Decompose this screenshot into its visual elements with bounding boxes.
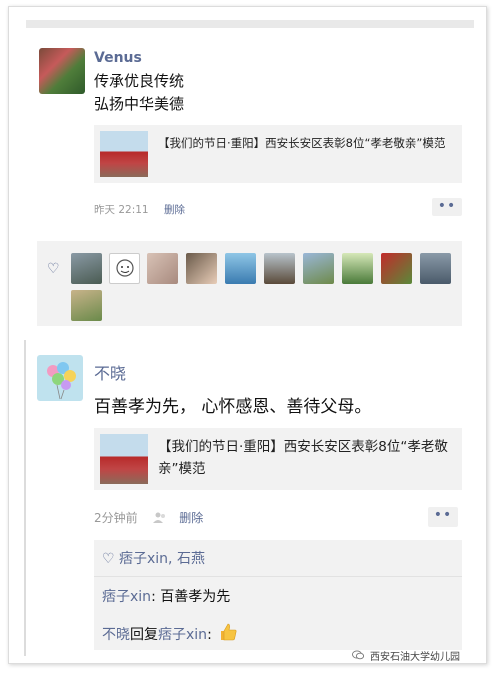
like-avatar-7[interactable] — [303, 253, 334, 284]
comment-2-colon: : — [207, 627, 212, 643]
like-avatar-3[interactable] — [147, 253, 178, 284]
post2-likes-row[interactable]: ♡ 痞子xin, 石燕 — [102, 548, 205, 568]
comment-1[interactable]: 痞子xin: 百善孝为先 — [102, 586, 230, 606]
top-divider-strip — [26, 20, 474, 28]
post1-meta: 昨天 22:11 删除 — [94, 202, 185, 217]
post1-link-title: 【我们的节日·重阳】西安长安区表彰8位“孝老敬亲”模范 — [158, 136, 446, 150]
thumbs-up-icon — [218, 622, 238, 646]
post1-time: 昨天 22:11 — [94, 204, 149, 216]
heart-outline-icon: ♡ — [47, 261, 60, 277]
comment-1-text: : 百善孝为先 — [151, 589, 231, 605]
comment-2-author[interactable]: 不晓 — [102, 627, 130, 643]
post1-text-line2: 弘扬中华美德 — [94, 95, 185, 113]
link-thumbnail — [100, 434, 148, 484]
watermark: 西安石油大学幼儿园 — [352, 648, 460, 663]
like-avatar-2[interactable] — [109, 253, 140, 284]
post2-delete-link[interactable]: 删除 — [179, 511, 203, 525]
comment-2[interactable]: 不晓回复痞子xin: — [102, 622, 238, 646]
post2-shared-link[interactable]: 【我们的节日·重阳】西安长安区表彰8位“孝老敬亲”模范 — [94, 428, 462, 490]
post1-text: 传承优良传统 弘扬中华美德 — [94, 70, 184, 116]
buxiao-avatar[interactable] — [37, 355, 83, 401]
post1-username[interactable]: Venus — [94, 50, 142, 66]
comment-2-reply-to[interactable]: 痞子xin — [158, 627, 207, 643]
like-avatar-8[interactable] — [342, 253, 373, 284]
watermark-text: 西安石油大学幼儿园 — [370, 652, 460, 663]
link-thumbnail — [100, 131, 148, 177]
venus-avatar[interactable] — [39, 48, 85, 94]
like-avatar-9[interactable] — [381, 253, 412, 284]
like-avatar-4[interactable] — [186, 253, 217, 284]
post2-username[interactable]: 不晓 — [94, 360, 126, 384]
post2-text: 百善孝为先， 心怀感恩、善待父母。 — [94, 397, 372, 417]
like-avatar-6[interactable] — [264, 253, 295, 284]
comments-divider — [94, 576, 462, 577]
privacy-icon — [153, 511, 167, 523]
left-divider — [24, 340, 26, 656]
post1-text-line1: 传承优良传统 — [94, 72, 185, 90]
comment-2-reply-word: 回复 — [130, 627, 158, 643]
post2-comments-panel: ♡ 痞子xin, 石燕 痞子xin: 百善孝为先 不晓回复痞子xin: — [94, 540, 462, 650]
post1-delete-link[interactable]: 删除 — [164, 204, 185, 216]
like-avatar-1[interactable] — [71, 253, 102, 284]
like-avatar-5[interactable] — [225, 253, 256, 284]
post2-more-button[interactable]: •• — [428, 507, 458, 527]
post1-shared-link[interactable]: 【我们的节日·重阳】西安长安区表彰8位“孝老敬亲”模范 — [94, 125, 462, 183]
wechat-icon — [352, 650, 365, 663]
like-avatar-10[interactable] — [420, 253, 451, 284]
post2-meta: 2分钟前 删除 — [94, 509, 203, 526]
comment-1-author[interactable]: 痞子xin — [102, 589, 151, 605]
post2-time: 2分钟前 — [94, 511, 138, 525]
post2-link-title: 【我们的节日·重阳】西安长安区表彰8位“孝老敬亲”模范 — [158, 439, 448, 477]
post1-likes-panel: ♡ — [37, 241, 462, 326]
post1-more-button[interactable]: •• — [432, 198, 462, 216]
like-avatar-11[interactable] — [71, 290, 102, 321]
